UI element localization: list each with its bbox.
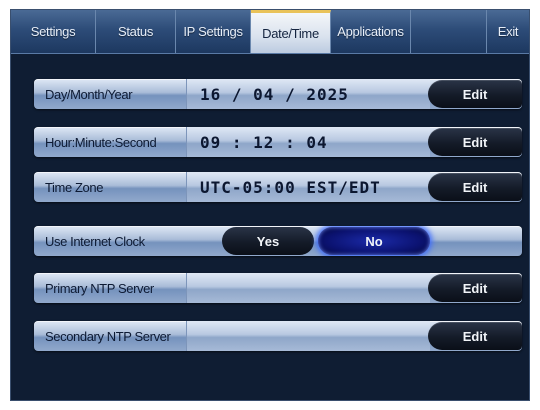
tab-date-time[interactable]: Date/Time bbox=[251, 10, 331, 53]
tab-bar: Settings Status IP Settings Date/Time Ap… bbox=[11, 10, 529, 54]
tab-empty bbox=[411, 10, 487, 53]
tab-status[interactable]: Status bbox=[96, 10, 176, 53]
date-label: Day/Month/Year bbox=[45, 86, 133, 102]
primary-ntp-edit-button[interactable]: Edit bbox=[428, 274, 522, 302]
timezone-row: Time Zone UTC-05:00 EST/EDT Edit bbox=[34, 172, 522, 202]
time-edit-button[interactable]: Edit bbox=[428, 128, 522, 156]
secondary-ntp-value-area bbox=[186, 321, 430, 351]
primary-ntp-value-area bbox=[186, 273, 430, 303]
internet-clock-yes-button[interactable]: Yes bbox=[222, 227, 314, 255]
timezone-label: Time Zone bbox=[45, 179, 104, 195]
tab-exit[interactable]: Exit bbox=[487, 10, 529, 53]
internet-clock-row: Use Internet Clock Yes No bbox=[34, 226, 522, 256]
timezone-value: UTC-05:00 EST/EDT bbox=[200, 177, 381, 197]
tab-ip-settings[interactable]: IP Settings bbox=[176, 10, 251, 53]
secondary-ntp-label: Secondary NTP Server bbox=[45, 328, 171, 344]
date-value: 16 / 04 / 2025 bbox=[200, 84, 349, 104]
internet-clock-label: Use Internet Clock bbox=[45, 233, 145, 249]
secondary-ntp-edit-button[interactable]: Edit bbox=[428, 322, 522, 350]
timezone-edit-button[interactable]: Edit bbox=[428, 173, 522, 201]
date-edit-button[interactable]: Edit bbox=[428, 80, 522, 108]
primary-ntp-label: Primary NTP Server bbox=[45, 280, 154, 296]
date-row: Day/Month/Year 16 / 04 / 2025 Edit bbox=[34, 79, 522, 109]
time-row: Hour:Minute:Second 09 : 12 : 04 Edit bbox=[34, 127, 522, 157]
date-time-settings-window: Settings Status IP Settings Date/Time Ap… bbox=[10, 9, 530, 401]
secondary-ntp-row: Secondary NTP Server Edit bbox=[34, 321, 522, 351]
time-label: Hour:Minute:Second bbox=[45, 134, 157, 150]
tab-settings[interactable]: Settings bbox=[11, 10, 96, 53]
internet-clock-no-button[interactable]: No bbox=[318, 227, 430, 255]
tab-applications[interactable]: Applications bbox=[331, 10, 411, 53]
time-value: 09 : 12 : 04 bbox=[200, 132, 328, 152]
primary-ntp-row: Primary NTP Server Edit bbox=[34, 273, 522, 303]
